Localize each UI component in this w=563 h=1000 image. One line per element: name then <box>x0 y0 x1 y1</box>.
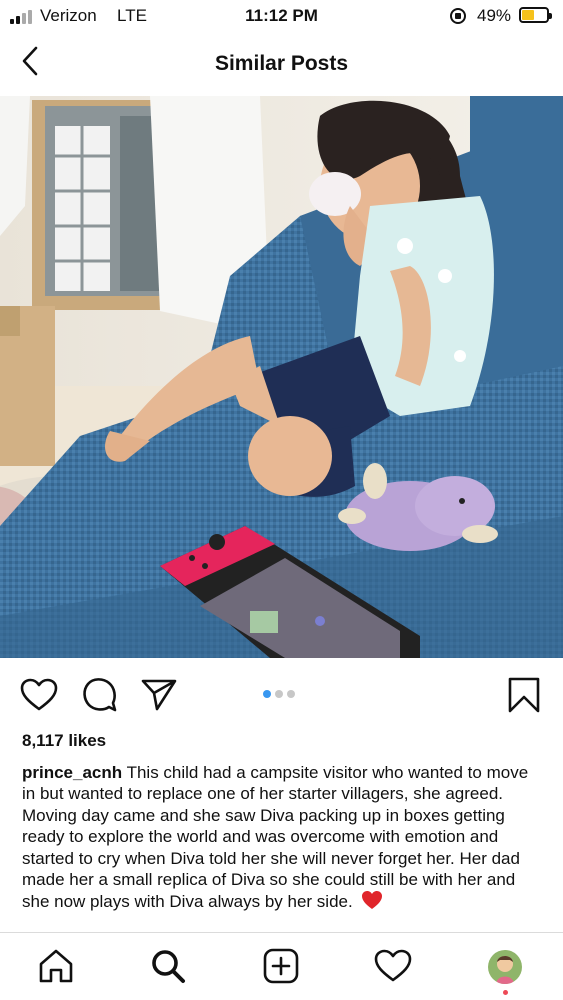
caption-username[interactable]: prince_acnh <box>22 763 122 782</box>
activity-heart-icon <box>374 949 412 982</box>
tab-profile-avatar[interactable] <box>488 950 522 984</box>
comment-button[interactable] <box>82 677 118 718</box>
bookmark-button[interactable] <box>507 676 541 719</box>
battery-percent: 49% <box>477 6 512 25</box>
carousel-dot <box>263 690 271 698</box>
photo-illustration <box>0 96 563 658</box>
post-caption: prince_acnh This child had a campsite vi… <box>22 762 544 916</box>
like-button[interactable] <box>20 678 58 717</box>
carousel-dot <box>287 690 295 698</box>
new-post-icon <box>263 948 299 984</box>
tab-new-post[interactable] <box>225 933 337 1000</box>
post-photo[interactable] <box>0 96 563 658</box>
bookmark-icon <box>508 677 540 713</box>
rotation-lock-icon <box>450 8 466 24</box>
caption-text: This child had a campsite visitor who wa… <box>22 763 529 912</box>
tab-activity[interactable] <box>337 933 449 1000</box>
carousel-dot <box>275 690 283 698</box>
nav-header: Similar Posts <box>0 32 563 94</box>
heart-icon <box>20 678 58 711</box>
like-count[interactable]: 8,117 likes <box>22 731 106 751</box>
notification-dot <box>503 990 508 995</box>
status-bar: Verizon LTE 11:12 PM 49% <box>0 0 563 32</box>
home-icon <box>39 949 73 983</box>
post-actions <box>0 662 563 724</box>
tab-home[interactable] <box>0 933 112 1000</box>
share-icon <box>141 679 177 711</box>
red-heart-emoji <box>361 890 383 915</box>
battery-icon <box>519 7 552 23</box>
search-icon <box>152 950 185 983</box>
page-title: Similar Posts <box>214 52 349 75</box>
avatar <box>488 950 522 984</box>
bottom-tab-bar <box>0 932 563 1000</box>
share-button[interactable] <box>140 678 178 717</box>
tab-search[interactable] <box>112 933 224 1000</box>
comment-icon <box>83 678 117 712</box>
